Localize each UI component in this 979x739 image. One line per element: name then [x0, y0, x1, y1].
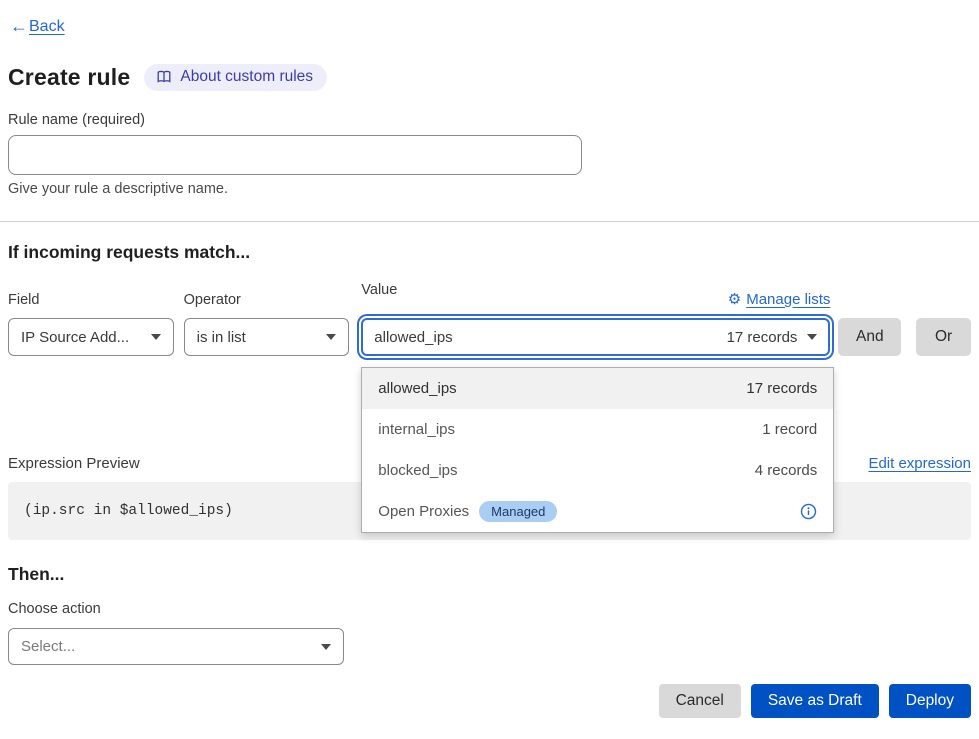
field-column: Field IP Source Add...	[8, 292, 174, 356]
managed-badge: Managed	[479, 501, 557, 522]
chevron-down-icon	[807, 334, 817, 340]
page-title: Create rule	[8, 64, 130, 91]
rule-name-input[interactable]	[8, 135, 582, 175]
action-select[interactable]: Select...	[8, 628, 344, 665]
footer-actions: Cancel Save as Draft Deploy	[8, 684, 971, 718]
value-label: Value	[361, 282, 397, 298]
match-section-heading: If incoming requests match...	[8, 242, 971, 263]
deploy-button[interactable]: Deploy	[889, 684, 971, 718]
back-label: Back	[29, 18, 65, 36]
value-select-anchor: allowed_ips 17 records allowed_ips 17 re…	[361, 318, 830, 356]
operator-column: Operator is in list	[184, 292, 350, 356]
value-column: Value ⚙ Manage lists allowed_ips 17 reco…	[361, 282, 830, 356]
list-option-record-count: 4 records	[755, 462, 818, 479]
list-option-record-count: 1 record	[762, 421, 817, 438]
rule-name-label: Rule name (required)	[8, 112, 971, 128]
list-dropdown: allowed_ips 17 records internal_ips 1 re…	[361, 367, 834, 533]
field-select[interactable]: IP Source Add...	[8, 318, 174, 356]
value-select-record-count: 17 records	[727, 329, 798, 346]
info-icon[interactable]	[800, 503, 817, 520]
action-select-placeholder: Select...	[21, 638, 311, 655]
expression-preview-label: Expression Preview	[8, 455, 140, 472]
or-button[interactable]: Or	[916, 318, 971, 356]
list-option-record-count: 17 records	[746, 380, 817, 397]
chevron-down-icon	[321, 644, 331, 650]
title-row: Create rule About custom rules	[8, 64, 971, 91]
cancel-button[interactable]: Cancel	[659, 684, 741, 718]
field-select-value: IP Source Add...	[21, 329, 141, 346]
operator-select-value: is in list	[197, 329, 317, 346]
save-as-draft-button[interactable]: Save as Draft	[751, 684, 879, 718]
manage-lists-link[interactable]: ⚙ Manage lists	[728, 290, 831, 308]
operator-select[interactable]: is in list	[184, 318, 350, 356]
value-select[interactable]: allowed_ips 17 records	[361, 318, 830, 356]
manage-lists-label: Manage lists	[746, 291, 830, 308]
list-option-name: allowed_ips	[378, 380, 746, 397]
book-icon	[156, 69, 172, 85]
list-option-blocked-ips[interactable]: blocked_ips 4 records	[362, 450, 833, 491]
chevron-down-icon	[151, 334, 161, 340]
choose-action-label: Choose action	[8, 601, 971, 617]
value-select-value: allowed_ips	[374, 329, 714, 346]
gear-icon: ⚙	[728, 290, 741, 308]
list-option-open-proxies[interactable]: Open Proxies Managed	[362, 491, 833, 532]
about-custom-rules-link[interactable]: About custom rules	[144, 64, 327, 91]
chevron-down-icon	[326, 334, 336, 340]
match-row: Field IP Source Add... Operator is in li…	[8, 282, 971, 356]
list-option-name: blocked_ips	[378, 462, 754, 479]
section-divider	[0, 221, 979, 222]
and-button[interactable]: And	[838, 318, 901, 356]
back-link[interactable]: ←Back	[10, 16, 65, 37]
field-label: Field	[8, 292, 174, 308]
rule-name-helper: Give your rule a descriptive name.	[8, 181, 971, 197]
list-option-name: Open Proxies	[378, 503, 469, 520]
list-option-internal-ips[interactable]: internal_ips 1 record	[362, 409, 833, 450]
value-label-row: Value ⚙ Manage lists	[361, 282, 830, 308]
operator-label: Operator	[184, 292, 350, 308]
create-rule-page: ←Back Create rule About custom rules Rul…	[0, 0, 979, 739]
list-option-allowed-ips[interactable]: allowed_ips 17 records	[362, 368, 833, 409]
then-section-heading: Then...	[8, 564, 971, 585]
list-option-name: internal_ips	[378, 421, 762, 438]
edit-expression-link[interactable]: Edit expression	[868, 455, 971, 472]
expression-code: (ip.src in $allowed_ips)	[24, 503, 233, 519]
back-arrow-icon: ←	[10, 16, 28, 37]
about-custom-rules-label: About custom rules	[180, 68, 313, 86]
